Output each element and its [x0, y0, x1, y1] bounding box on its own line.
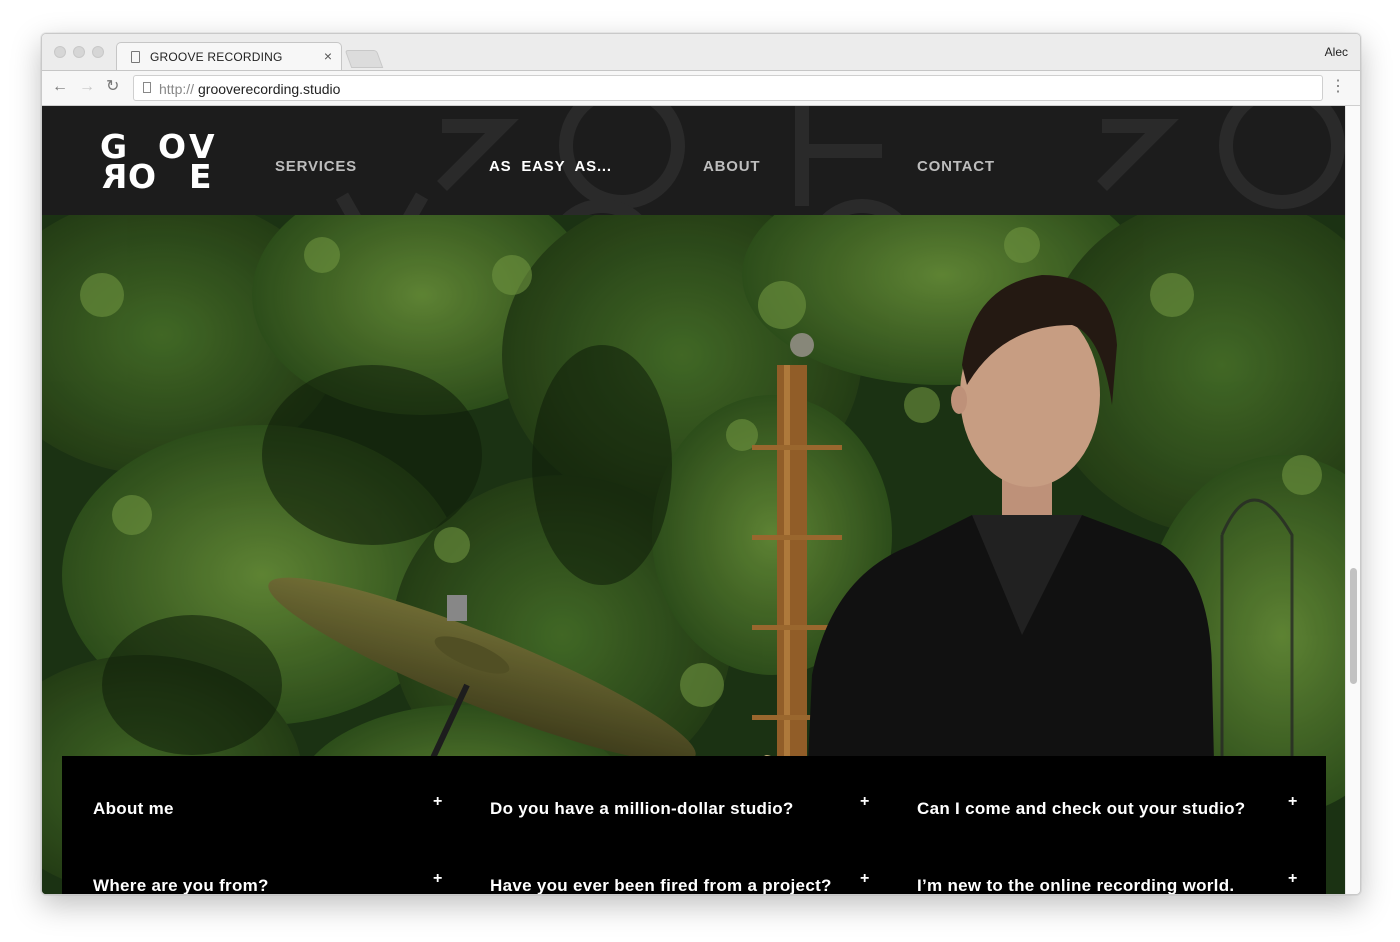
- tab-strip: GROOVE RECORDING × Alec: [42, 34, 1360, 71]
- site-header: G O V R O E SERVICES AS EASY AS... ABOUT…: [42, 106, 1345, 215]
- browser-tab[interactable]: GROOVE RECORDING ×: [116, 42, 342, 71]
- tab-title: GROOVE RECORDING: [150, 50, 283, 64]
- url-protocol: http://: [159, 81, 195, 97]
- expand-plus-icon[interactable]: +: [860, 793, 869, 811]
- minimize-window-button[interactable]: [73, 46, 85, 58]
- nav-contact[interactable]: CONTACT: [917, 158, 995, 175]
- logo-letter: E: [189, 157, 212, 196]
- nav-as-easy-as[interactable]: AS EASY AS...: [489, 158, 612, 175]
- maximize-window-button[interactable]: [92, 46, 104, 58]
- page-viewport: G O V R O E SERVICES AS EASY AS... ABOUT…: [42, 106, 1345, 894]
- back-icon[interactable]: ←: [52, 77, 68, 97]
- close-tab-icon[interactable]: ×: [324, 48, 332, 64]
- profile-name[interactable]: Alec: [1325, 45, 1348, 59]
- logo-letter: O: [128, 157, 157, 196]
- expand-plus-icon[interactable]: +: [433, 793, 442, 811]
- expand-plus-icon[interactable]: +: [860, 870, 869, 888]
- expand-plus-icon[interactable]: +: [1288, 870, 1297, 888]
- faq-question: Where are you from?: [93, 876, 269, 894]
- faq-panel: About me + Do you have a million-dollar …: [62, 756, 1326, 894]
- new-tab-button[interactable]: [344, 50, 384, 68]
- browser-menu-icon[interactable]: ⋮: [1330, 77, 1346, 97]
- faq-question: Have you ever been fired from a project?: [490, 876, 832, 894]
- forward-icon[interactable]: →: [79, 77, 95, 97]
- page-scrollbar[interactable]: [1345, 106, 1360, 894]
- decorative-letters-background: [335, 106, 1345, 215]
- faq-question: About me: [93, 799, 174, 818]
- groove-logo[interactable]: G O V R O E: [100, 127, 220, 196]
- reload-icon[interactable]: ↻: [106, 77, 119, 97]
- faq-question: I’m new to the online recording world.: [917, 876, 1235, 894]
- nav-about[interactable]: ABOUT: [703, 158, 760, 175]
- scrollbar-thumb[interactable]: [1350, 568, 1357, 684]
- address-bar[interactable]: http:// grooverecording.studio: [133, 75, 1323, 101]
- browser-window: GROOVE RECORDING × Alec ← → ↻ http:// gr…: [41, 33, 1361, 895]
- expand-plus-icon[interactable]: +: [433, 870, 442, 888]
- browser-toolbar: ← → ↻ http:// grooverecording.studio ⋮: [42, 70, 1360, 106]
- faq-question: Do you have a million-dollar studio?: [490, 799, 794, 818]
- url-host: grooverecording.studio: [198, 81, 341, 97]
- nav-services[interactable]: SERVICES: [275, 158, 357, 175]
- faq-question: Can I come and check out your studio?: [917, 799, 1246, 818]
- close-window-button[interactable]: [54, 46, 66, 58]
- page-info-icon[interactable]: [143, 82, 151, 93]
- document-icon: [131, 51, 140, 63]
- logo-letter: R: [102, 157, 128, 196]
- logo-letter: O: [158, 127, 187, 166]
- expand-plus-icon[interactable]: +: [1288, 793, 1297, 811]
